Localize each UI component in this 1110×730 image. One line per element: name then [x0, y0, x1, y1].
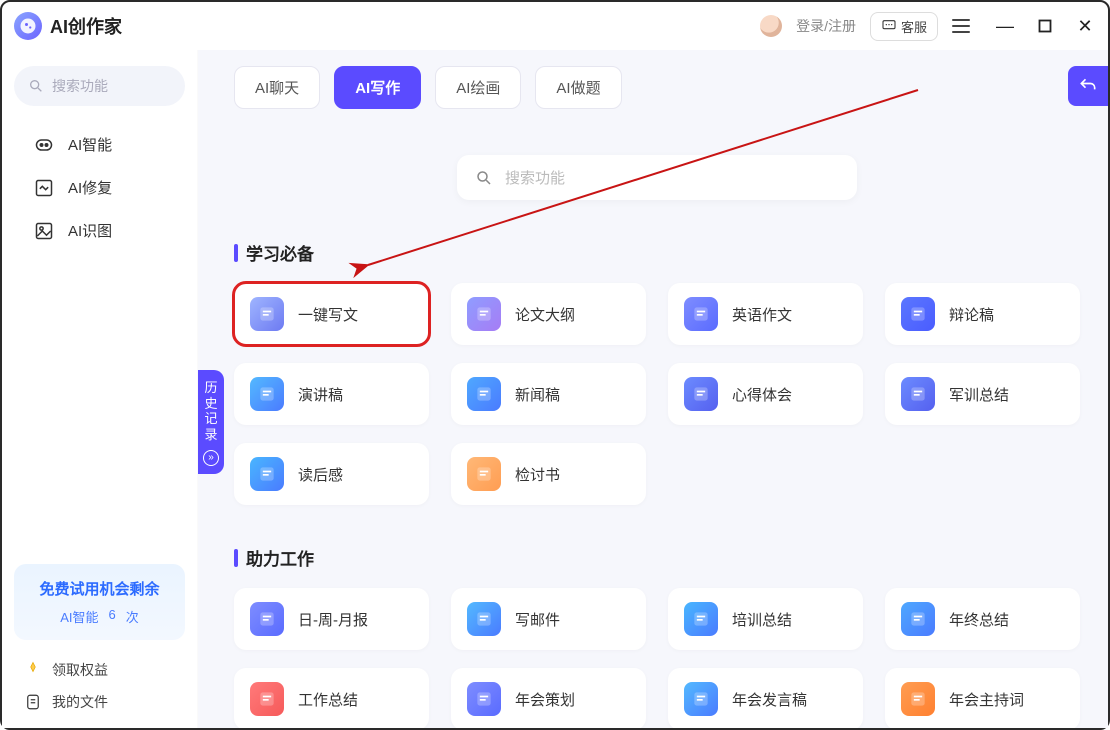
tab-2[interactable]: AI绘画 — [435, 66, 521, 109]
card-icon — [684, 297, 718, 331]
main-content: AI聊天 AI写作 AI绘画 AI做题 搜索功能 学习必备一键写文 论文大纲 英语作文 辩论… — [198, 50, 1108, 728]
customer-service-button[interactable]: 客服 — [870, 12, 938, 41]
card-icon — [901, 297, 935, 331]
sidebar-item-ai-smart[interactable]: AI智能 — [34, 134, 185, 155]
card-icon — [467, 602, 501, 636]
card-label: 检讨书 — [515, 464, 560, 485]
sidebar-search[interactable]: 搜索功能 — [14, 66, 185, 106]
card-1-7[interactable]: 年会主持词 — [885, 668, 1080, 728]
card-1-0[interactable]: 日-周-月报 — [234, 588, 429, 650]
card-1-2[interactable]: 培训总结 — [668, 588, 863, 650]
undo-icon — [1078, 76, 1098, 96]
card-0-1[interactable]: 论文大纲 — [451, 283, 646, 345]
sidebar: 搜索功能 AI智能 AI修复 AI识图 免费试用机会剩余 AI智能 6 次 — [2, 50, 198, 728]
sidebar-item-ai-repair[interactable]: AI修复 — [34, 177, 185, 198]
tab-3[interactable]: AI做题 — [535, 66, 621, 109]
maximize-button[interactable] — [1034, 15, 1056, 37]
card-icon — [901, 682, 935, 716]
card-label: 军训总结 — [949, 384, 1009, 405]
card-label: 演讲稿 — [298, 384, 343, 405]
card-icon — [250, 457, 284, 491]
card-icon — [467, 682, 501, 716]
card-label: 心得体会 — [732, 384, 792, 405]
close-button[interactable]: ✕ — [1074, 15, 1096, 37]
search-icon — [28, 78, 44, 94]
minimize-button[interactable]: — — [994, 15, 1016, 37]
chevron-down-icon: » — [203, 450, 219, 466]
card-icon — [901, 602, 935, 636]
card-0-9[interactable]: 检讨书 — [451, 443, 646, 505]
file-icon — [24, 693, 42, 711]
app-logo — [14, 12, 42, 40]
card-label: 年终总结 — [949, 609, 1009, 630]
card-label: 读后感 — [298, 464, 343, 485]
sidebar-item-ai-recognize[interactable]: AI识图 — [34, 220, 185, 241]
card-0-7[interactable]: 军训总结 — [885, 363, 1080, 425]
card-label: 年会策划 — [515, 689, 575, 710]
card-label: 工作总结 — [298, 689, 358, 710]
chat-icon — [881, 18, 897, 34]
card-icon — [467, 457, 501, 491]
card-1-1[interactable]: 写邮件 — [451, 588, 646, 650]
card-0-8[interactable]: 读后感 — [234, 443, 429, 505]
tabs: AI聊天 AI写作 AI绘画 AI做题 — [234, 66, 1080, 109]
card-label: 英语作文 — [732, 304, 792, 325]
card-label: 论文大纲 — [515, 304, 575, 325]
section-title: 学习必备 — [234, 240, 1080, 265]
card-label: 日-周-月报 — [298, 609, 368, 630]
card-0-2[interactable]: 英语作文 — [668, 283, 863, 345]
undo-button[interactable] — [1068, 66, 1108, 106]
card-0-6[interactable]: 心得体会 — [668, 363, 863, 425]
my-files[interactable]: 我的文件 — [24, 692, 175, 712]
menu-icon[interactable] — [952, 19, 970, 33]
card-1-5[interactable]: 年会策划 — [451, 668, 646, 728]
history-tab[interactable]: 历史记录 » — [198, 370, 224, 474]
card-icon — [684, 377, 718, 411]
titlebar: AI创作家 登录/注册 客服 — ✕ — [2, 2, 1108, 50]
card-icon — [467, 297, 501, 331]
app-title: AI创作家 — [50, 13, 122, 39]
search-icon — [475, 169, 493, 187]
card-1-3[interactable]: 年终总结 — [885, 588, 1080, 650]
card-label: 新闻稿 — [515, 384, 560, 405]
card-0-3[interactable]: 辩论稿 — [885, 283, 1080, 345]
card-0-4[interactable]: 演讲稿 — [234, 363, 429, 425]
center-search[interactable]: 搜索功能 — [457, 155, 857, 200]
card-icon — [250, 602, 284, 636]
ai-repair-icon — [34, 178, 54, 198]
section-title: 助力工作 — [234, 545, 1080, 570]
login-link[interactable]: 登录/注册 — [796, 16, 856, 36]
card-icon — [250, 682, 284, 716]
card-label: 写邮件 — [515, 609, 560, 630]
card-label: 培训总结 — [732, 609, 792, 630]
tab-1[interactable]: AI写作 — [334, 66, 421, 109]
card-0-5[interactable]: 新闻稿 — [451, 363, 646, 425]
card-1-4[interactable]: 工作总结 — [234, 668, 429, 728]
card-icon — [684, 602, 718, 636]
card-icon — [467, 377, 501, 411]
ai-recognize-icon — [34, 221, 54, 241]
trial-card: 免费试用机会剩余 AI智能 6 次 — [14, 564, 185, 640]
card-label: 一键写文 — [298, 304, 358, 325]
card-1-6[interactable]: 年会发言稿 — [668, 668, 863, 728]
card-icon — [250, 297, 284, 331]
card-icon — [250, 377, 284, 411]
card-icon — [901, 377, 935, 411]
card-label: 年会主持词 — [949, 689, 1024, 710]
avatar[interactable] — [760, 15, 782, 37]
badge-icon — [24, 661, 42, 679]
ai-smart-icon — [34, 135, 54, 155]
card-label: 辩论稿 — [949, 304, 994, 325]
tab-0[interactable]: AI聊天 — [234, 66, 320, 109]
claim-benefits[interactable]: 领取权益 — [24, 660, 175, 680]
card-icon — [684, 682, 718, 716]
card-label: 年会发言稿 — [732, 689, 807, 710]
card-0-0[interactable]: 一键写文 — [234, 283, 429, 345]
